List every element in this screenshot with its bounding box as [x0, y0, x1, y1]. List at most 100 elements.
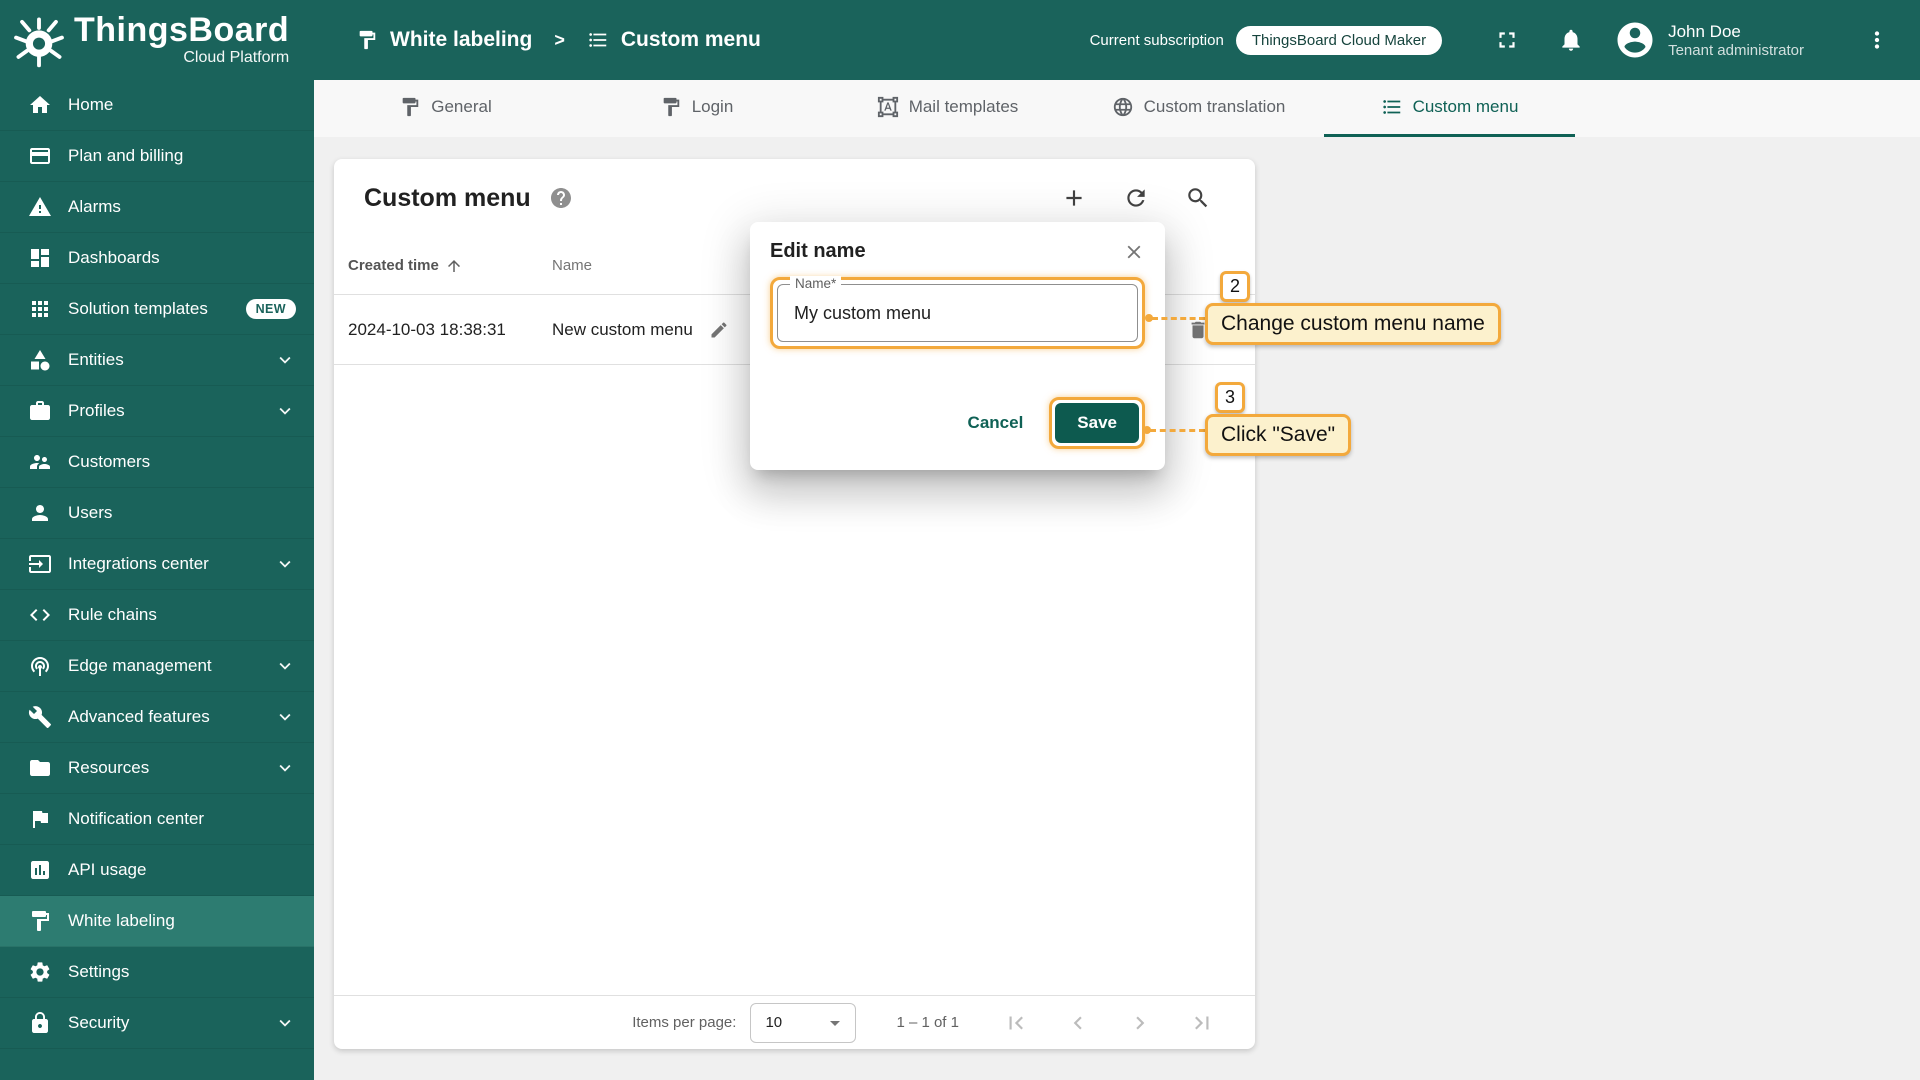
tab-label: Mail templates: [908, 97, 1019, 116]
tab-label: Custom translation: [1143, 97, 1286, 116]
list-icon: [587, 29, 609, 51]
people-icon: [28, 450, 52, 474]
page-range-label: 1 – 1 of 1: [896, 1014, 959, 1031]
sidebar-item-white-labeling[interactable]: White labeling: [0, 896, 314, 947]
sidebar-item-label: Integrations center: [68, 554, 209, 573]
chevron-down-icon: [274, 757, 296, 779]
apps-icon: [28, 297, 52, 321]
sidebar-item-label: Advanced features: [68, 707, 210, 726]
search-button[interactable]: [1185, 185, 1211, 211]
dialog-header: Edit name: [770, 240, 1145, 263]
page-size-select[interactable]: 10: [750, 1002, 857, 1043]
topbar-right: Current subscription ThingsBoard Cloud M…: [1090, 19, 1890, 61]
app-logo[interactable]: ThingsBoard Cloud Platform: [0, 0, 314, 80]
main-area: White labeling > Custom menu Current sub…: [314, 0, 1920, 1080]
user-info: John Doe Tenant administrator: [1668, 21, 1804, 59]
flag-icon: [28, 807, 52, 831]
menu-name-text: New custom menu: [552, 319, 693, 339]
tab-login[interactable]: Login: [571, 80, 822, 137]
tab-label: Custom menu: [1412, 97, 1519, 116]
pager-buttons: [1003, 1010, 1215, 1036]
chevron-down-icon: [274, 553, 296, 575]
sidebar-item-api-usage[interactable]: API usage: [0, 845, 314, 896]
help-icon[interactable]: [549, 186, 573, 210]
sidebar-item-label: Customers: [68, 452, 151, 471]
paint-roller-icon: [660, 96, 682, 118]
category-icon: [28, 348, 52, 372]
code-icon: [28, 603, 52, 627]
cell-created-time: 2024-10-03 18:38:31: [348, 319, 506, 339]
sidebar-item-plan-and-billing[interactable]: Plan and billing: [0, 131, 314, 182]
sidebar-item-dashboards[interactable]: Dashboards: [0, 233, 314, 284]
breadcrumb-separator: >: [554, 29, 565, 50]
sidebar-item-advanced-features[interactable]: Advanced features: [0, 692, 314, 743]
sidebar-item-customers[interactable]: Customers: [0, 437, 314, 488]
add-button[interactable]: [1061, 185, 1087, 211]
folder-icon: [28, 756, 52, 780]
new-badge: NEW: [245, 299, 296, 319]
sidebar-item-integrations-center[interactable]: Integrations center: [0, 539, 314, 590]
credit-card-icon: [28, 144, 52, 168]
sidebar-item-label: API usage: [68, 860, 147, 879]
lock-icon: [28, 1011, 52, 1035]
notifications-bell-icon[interactable]: [1558, 27, 1584, 53]
name-field-highlight: Name*: [770, 276, 1145, 349]
sidebar-item-resources[interactable]: Resources: [0, 743, 314, 794]
input-icon: [28, 552, 52, 576]
sidebar-item-users[interactable]: Users: [0, 488, 314, 539]
sidebar-item-label: Plan and billing: [68, 146, 184, 165]
tab-general[interactable]: General: [320, 80, 571, 137]
subscription-plan-chip[interactable]: ThingsBoard Cloud Maker: [1235, 25, 1443, 55]
last-page-button[interactable]: [1189, 1010, 1215, 1036]
name-field: Name*: [777, 276, 1138, 342]
edit-pencil-icon[interactable]: [709, 320, 729, 340]
close-icon[interactable]: [1123, 241, 1145, 263]
sidebar-item-notification-center[interactable]: Notification center: [0, 794, 314, 845]
app-subtitle: Cloud Platform: [183, 48, 290, 66]
sidebar-item-entities[interactable]: Entities: [0, 335, 314, 386]
sidebar-item-settings[interactable]: Settings: [0, 947, 314, 998]
warning-icon: [28, 195, 52, 219]
tab-custom-menu[interactable]: Custom menu: [1324, 80, 1575, 137]
breadcrumb-current: Custom menu: [620, 28, 761, 51]
sidebar-item-alarms[interactable]: Alarms: [0, 182, 314, 233]
dialog-title: Edit name: [770, 240, 866, 262]
edit-name-dialog: Edit name Name* Cancel Save: [750, 222, 1165, 470]
app-root: ThingsBoard Cloud Platform Home Plan and…: [0, 0, 1920, 1080]
sidebar-item-profiles[interactable]: Profiles: [0, 386, 314, 437]
tab-custom-translation[interactable]: Custom translation: [1073, 80, 1324, 137]
topbar: White labeling > Custom menu Current sub…: [314, 0, 1920, 80]
subscription-label: Current subscription: [1089, 31, 1224, 49]
refresh-button[interactable]: [1123, 185, 1149, 211]
chevron-down-icon: [274, 655, 296, 677]
annotation-connector-line: [1150, 429, 1205, 432]
cancel-button[interactable]: Cancel: [968, 413, 1024, 433]
thingsboard-bug-logo-icon: [14, 17, 64, 68]
more-vert-icon[interactable]: [1864, 27, 1890, 53]
column-header-created-time[interactable]: Created time: [334, 257, 552, 275]
avatar[interactable]: [1614, 19, 1656, 61]
previous-page-button[interactable]: [1065, 1010, 1091, 1036]
sidebar-item-label: Entities: [68, 350, 124, 369]
sidebar-item-edge-management[interactable]: Edge management: [0, 641, 314, 692]
home-icon: [28, 93, 52, 117]
first-page-button[interactable]: [1003, 1010, 1029, 1036]
sidebar-item-rule-chains[interactable]: Rule chains: [0, 590, 314, 641]
annotation-connector-line: [1152, 317, 1205, 320]
dropdown-arrow-icon: [823, 1011, 847, 1035]
next-page-button[interactable]: [1127, 1010, 1153, 1036]
sidebar-item-security[interactable]: Security: [0, 998, 314, 1049]
sidebar-item-solution-templates[interactable]: Solution templates NEW: [0, 284, 314, 335]
antenna-icon: [28, 654, 52, 678]
breadcrumb-parent[interactable]: White labeling: [390, 28, 532, 52]
list-icon: [1381, 96, 1403, 118]
annotation-step-3-number: 3: [1215, 382, 1245, 413]
save-button[interactable]: Save: [1055, 403, 1139, 443]
gear-icon: [28, 960, 52, 984]
fullscreen-icon[interactable]: [1494, 27, 1520, 53]
sidebar-item-home[interactable]: Home: [0, 80, 314, 131]
tab-mail-templates[interactable]: Mail templates: [822, 80, 1073, 137]
name-input[interactable]: [794, 302, 1121, 324]
user-role: Tenant administrator: [1668, 42, 1804, 60]
paint-roller-icon: [28, 909, 52, 933]
